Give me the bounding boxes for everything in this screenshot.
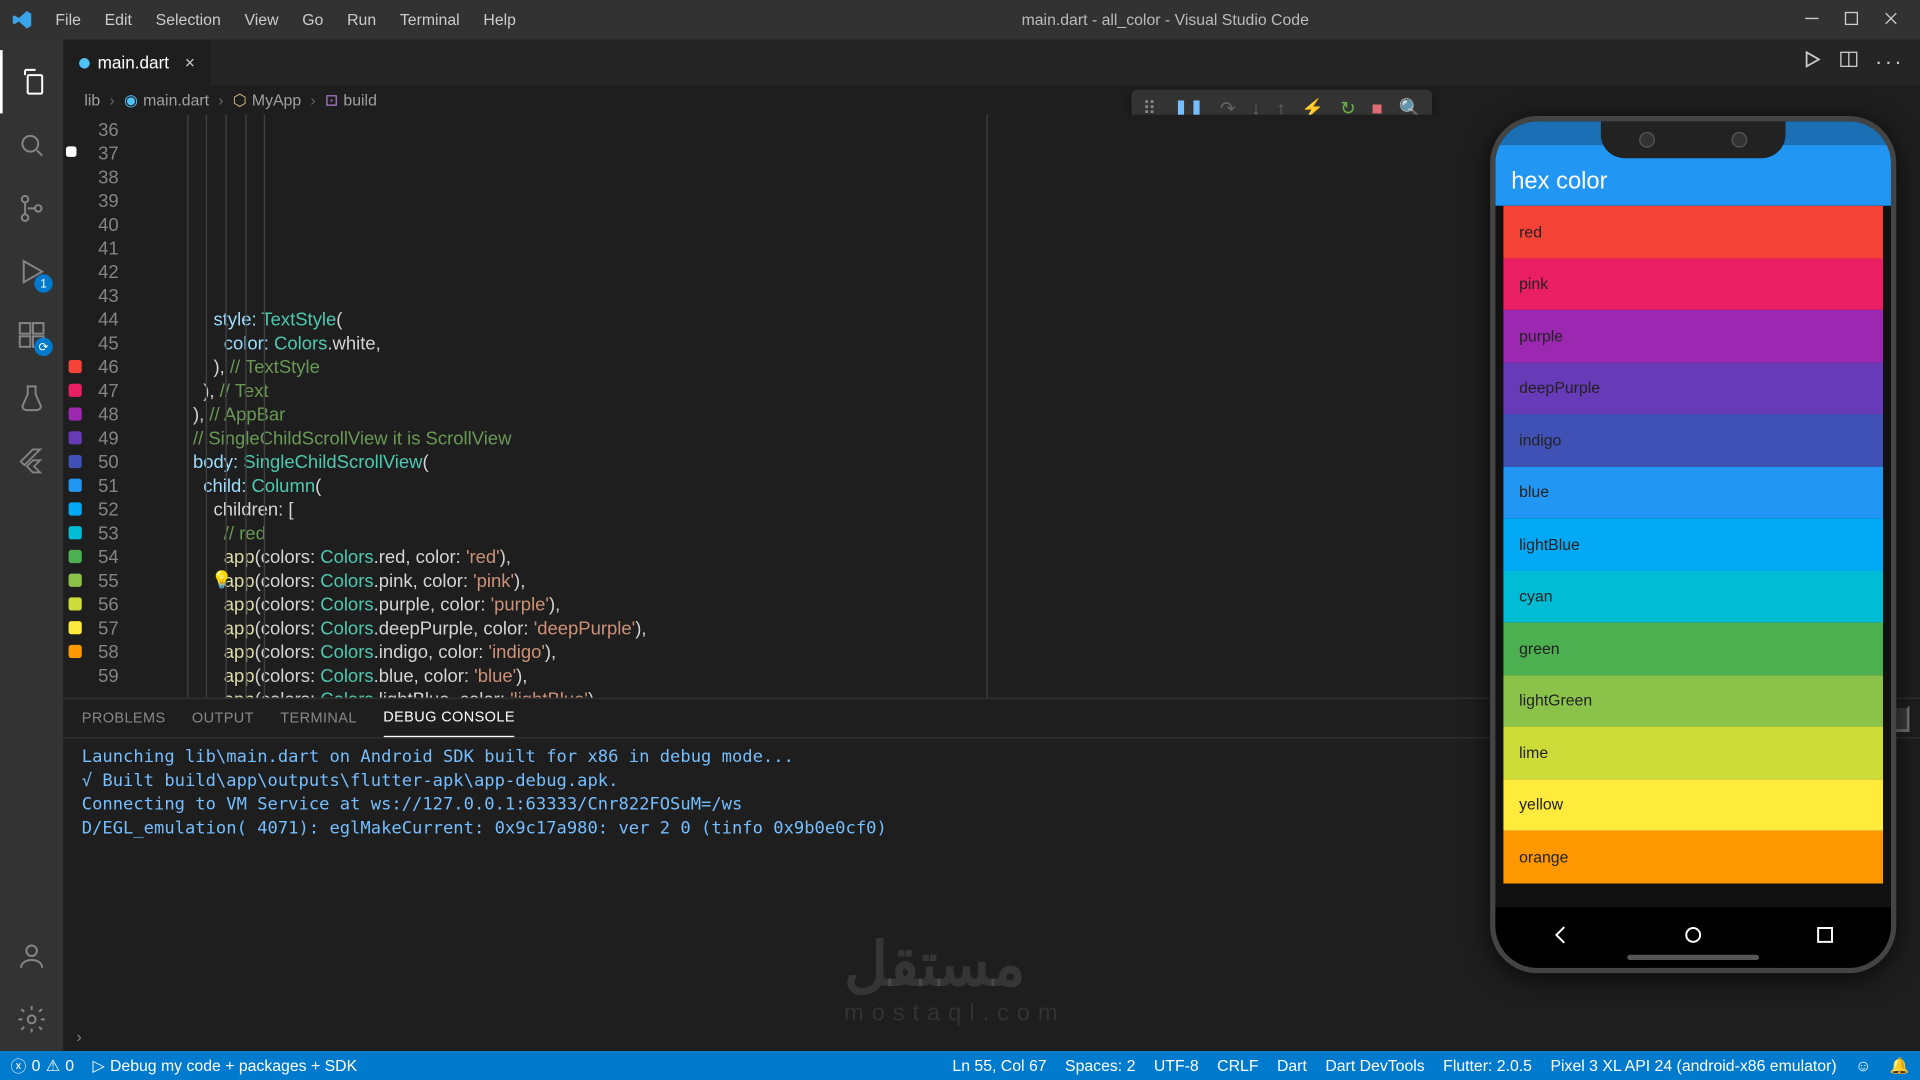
editor-tabs: main.dart × ··· (63, 40, 1920, 86)
color-row-cyan[interactable]: cyan (1503, 570, 1883, 622)
app-title: hex color (1511, 167, 1607, 195)
status-cursor[interactable]: Ln 55, Col 67 (952, 1056, 1046, 1074)
menu-go[interactable]: Go (292, 5, 334, 34)
tab-close-icon[interactable]: × (185, 53, 195, 73)
phone-notch (1601, 121, 1786, 158)
status-bar: ⓧ 0 ⚠ 0 ▷ Debug my code + packages + SDK… (0, 1051, 1920, 1080)
breadcrumb[interactable]: lib › ◉ main.dart › ⬡ MyApp › ⊡ build (63, 86, 1920, 115)
status-encoding[interactable]: UTF-8 (1154, 1056, 1199, 1074)
menu-file[interactable]: File (45, 5, 92, 34)
status-spaces[interactable]: Spaces: 2 (1065, 1056, 1135, 1074)
window-controls (1804, 10, 1899, 30)
color-row-lightGreen[interactable]: lightGreen (1503, 675, 1883, 727)
run-debug-icon[interactable]: 1 (0, 240, 63, 303)
menu-view[interactable]: View (234, 5, 289, 34)
tab-label: main.dart (98, 53, 169, 73)
maximize-icon[interactable] (1844, 10, 1860, 30)
status-devtools[interactable]: Dart DevTools (1325, 1056, 1424, 1074)
account-icon[interactable] (0, 924, 63, 987)
source-control-icon[interactable] (0, 177, 63, 240)
color-row-red[interactable]: red (1503, 206, 1883, 258)
nav-recent-icon[interactable] (1813, 922, 1837, 952)
menu-help[interactable]: Help (473, 5, 527, 34)
color-row-yellow[interactable]: yellow (1503, 779, 1883, 831)
breadcrumb-file[interactable]: main.dart (143, 91, 209, 109)
title-bar: FileEditSelectionViewGoRunTerminalHelp m… (0, 0, 1920, 40)
tab-main-dart[interactable]: main.dart × (63, 40, 212, 86)
color-row-orange[interactable]: orange (1503, 831, 1883, 883)
panel-tab-debug-console[interactable]: DEBUG CONSOLE (383, 699, 515, 737)
home-indicator (1627, 955, 1759, 960)
main-menu: FileEditSelectionViewGoRunTerminalHelp (45, 5, 527, 34)
minimize-icon[interactable] (1804, 10, 1820, 30)
dart-icon: ◉ (124, 91, 138, 109)
status-feedback-icon[interactable]: ☺ (1855, 1056, 1871, 1074)
close-icon[interactable] (1883, 10, 1899, 30)
run-icon[interactable] (1801, 49, 1822, 77)
class-icon: ⬡ (233, 91, 247, 109)
settings-gear-icon[interactable] (0, 988, 63, 1051)
color-list[interactable]: redpinkpurpledeepPurpleindigobluelightBl… (1503, 206, 1883, 900)
menu-edit[interactable]: Edit (94, 5, 142, 34)
color-row-pink[interactable]: pink (1503, 258, 1883, 310)
panel-tab-terminal[interactable]: TERMINAL (280, 699, 357, 737)
method-icon: ⊡ (325, 91, 338, 109)
nav-home-icon[interactable] (1681, 922, 1705, 952)
panel-tab-output[interactable]: OUTPUT (192, 699, 254, 737)
color-row-deepPurple[interactable]: deepPurple (1503, 362, 1883, 414)
testing-icon[interactable] (0, 367, 63, 430)
vscode-logo-icon (11, 8, 35, 32)
flutter-icon[interactable] (0, 430, 63, 493)
search-icon[interactable] (0, 113, 63, 176)
status-device[interactable]: Pixel 3 XL API 24 (android-x86 emulator) (1550, 1056, 1836, 1074)
extensions-icon[interactable]: ⟳ (0, 303, 63, 366)
nav-back-icon[interactable] (1549, 922, 1573, 952)
extensions-badge: ⟳ (34, 338, 52, 356)
more-icon[interactable]: ··· (1875, 51, 1904, 75)
color-row-green[interactable]: green (1503, 622, 1883, 674)
status-lang[interactable]: Dart (1277, 1056, 1307, 1074)
breadcrumb-method[interactable]: build (343, 91, 376, 109)
lightbulb-icon[interactable]: 💡 (211, 568, 232, 592)
status-flutter[interactable]: Flutter: 2.0.5 (1443, 1056, 1532, 1074)
android-emulator[interactable]: hex color redpinkpurpledeepPurpleindigob… (1490, 116, 1896, 973)
breadcrumb-folder[interactable]: lib (84, 91, 100, 109)
color-row-lightBlue[interactable]: lightBlue (1503, 518, 1883, 570)
color-row-purple[interactable]: purple (1503, 310, 1883, 362)
window-title: main.dart - all_color - Visual Studio Co… (527, 11, 1804, 29)
split-editor-icon[interactable] (1838, 49, 1859, 77)
color-row-indigo[interactable]: indigo (1503, 414, 1883, 466)
console-prompt-chevron-icon[interactable]: › (63, 1027, 1920, 1051)
line-gutter: 3637383940414243444546474849505152535455… (63, 115, 142, 698)
status-errors[interactable]: ⓧ 0 ⚠ 0 (11, 1054, 75, 1076)
debug-badge: 1 (34, 274, 52, 292)
status-eol[interactable]: CRLF (1217, 1056, 1258, 1074)
status-debug-config[interactable]: ▷ Debug my code + packages + SDK (93, 1056, 358, 1074)
menu-run[interactable]: Run (337, 5, 387, 34)
activity-bar: 1 ⟳ (0, 40, 63, 1051)
menu-selection[interactable]: Selection (145, 5, 231, 34)
color-row-blue[interactable]: blue (1503, 466, 1883, 518)
menu-terminal[interactable]: Terminal (389, 5, 470, 34)
dart-file-icon (79, 57, 90, 68)
color-row-lime[interactable]: lime (1503, 727, 1883, 779)
breadcrumb-class[interactable]: MyApp (252, 91, 301, 109)
panel-tab-problems[interactable]: PROBLEMS (82, 699, 166, 737)
explorer-icon[interactable] (0, 50, 63, 113)
status-bell-icon[interactable]: 🔔 (1890, 1056, 1910, 1074)
